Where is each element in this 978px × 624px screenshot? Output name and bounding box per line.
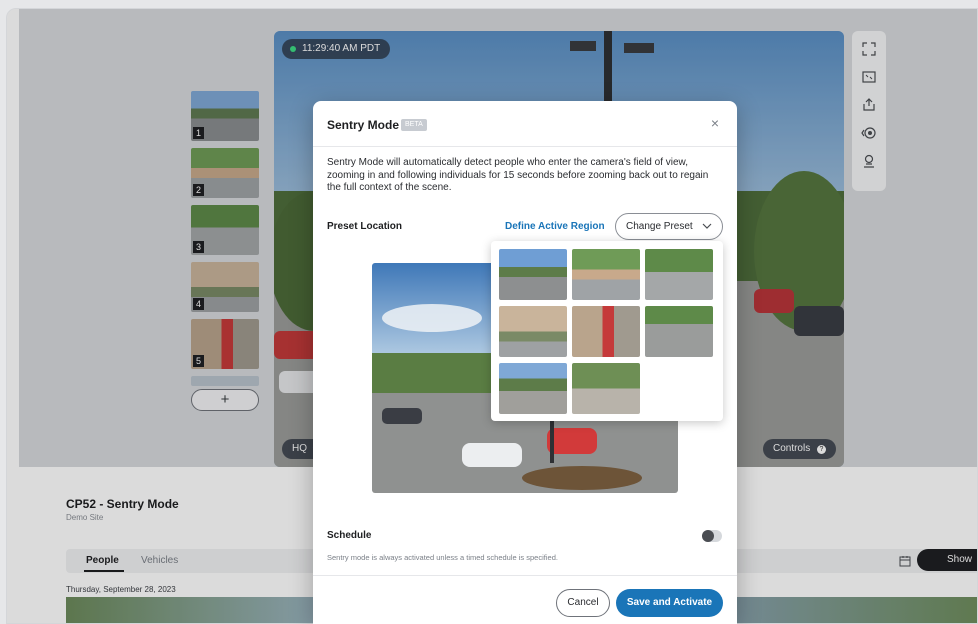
- tab-people[interactable]: People: [86, 555, 119, 566]
- preset-number: 3: [193, 241, 204, 253]
- define-active-region-link[interactable]: Define Active Region: [505, 221, 605, 232]
- add-preset-button[interactable]: +: [191, 389, 259, 411]
- dialog-header: Sentry Mode BETA ×: [313, 101, 737, 147]
- schedule-label: Schedule: [327, 530, 372, 541]
- close-icon[interactable]: ×: [707, 115, 723, 131]
- fit-screen-icon[interactable]: [857, 65, 881, 89]
- dialog-description: Sentry Mode will automatically detect pe…: [327, 157, 709, 193]
- preset-location-label: Preset Location: [327, 221, 403, 232]
- controls-button[interactable]: Controls ?: [762, 439, 836, 459]
- schedule-note: Sentry mode is always activated unless a…: [327, 553, 558, 562]
- preset-number: 5: [193, 355, 204, 367]
- dialog-title: Sentry Mode: [327, 118, 400, 132]
- preset-thumbnail[interactable]: 2: [191, 148, 259, 198]
- preset-thumbnail[interactable]: 3: [191, 205, 259, 255]
- share-icon[interactable]: [857, 93, 881, 117]
- ptz-control-icon[interactable]: [857, 121, 881, 145]
- quality-label: HQ: [292, 443, 307, 454]
- chevron-down-icon: [702, 223, 712, 229]
- preset-number: 4: [193, 298, 204, 310]
- event-date: Thursday, September 28, 2023: [66, 585, 176, 594]
- cancel-button[interactable]: Cancel: [556, 589, 610, 617]
- calendar-icon[interactable]: [899, 554, 911, 567]
- preset-option[interactable]: [499, 363, 567, 414]
- beta-badge: BETA: [401, 119, 427, 131]
- preset-dropdown: [491, 241, 723, 421]
- preset-option[interactable]: [572, 249, 640, 300]
- help-icon: ?: [817, 445, 826, 454]
- preset-thumbnail[interactable]: 4: [191, 262, 259, 312]
- timestamp-pill: 11:29:40 AM PDT: [282, 39, 391, 59]
- preset-option[interactable]: [645, 306, 713, 357]
- toggle-knob: [702, 530, 714, 542]
- preset-option[interactable]: [499, 306, 567, 357]
- preset-option[interactable]: [499, 249, 567, 300]
- change-preset-button[interactable]: Change Preset: [615, 213, 723, 240]
- show-label: Show: [947, 554, 973, 565]
- preset-thumbnail[interactable]: [191, 376, 259, 386]
- camera-toolrail: [852, 31, 886, 191]
- tab-vehicles[interactable]: Vehicles: [141, 555, 178, 566]
- preset-number: 2: [193, 184, 204, 196]
- camera-site: Demo Site: [66, 513, 104, 522]
- preset-thumbnail-list: 1 2 3 4 5: [191, 91, 261, 393]
- schedule-toggle[interactable]: [702, 530, 722, 542]
- preset-option[interactable]: [572, 363, 640, 414]
- expand-icon[interactable]: [857, 37, 881, 61]
- show-button[interactable]: Show: [917, 549, 977, 571]
- preset-option[interactable]: [572, 306, 640, 357]
- camera-title: CP52 - Sentry Mode: [66, 497, 179, 511]
- change-preset-label: Change Preset: [626, 221, 693, 232]
- preset-thumbnail[interactable]: 5: [191, 319, 259, 369]
- live-indicator-icon: [290, 46, 296, 52]
- save-and-activate-button[interactable]: Save and Activate: [616, 589, 723, 617]
- preset-thumbnail[interactable]: 1: [191, 91, 259, 141]
- controls-label: Controls: [772, 443, 811, 454]
- preset-option[interactable]: [645, 249, 713, 300]
- preset-number: 1: [193, 127, 204, 139]
- dialog-footer: Cancel Save and Activate: [313, 575, 737, 624]
- sentry-mode-icon[interactable]: [857, 149, 881, 173]
- timestamp-text: 11:29:40 AM PDT: [302, 43, 381, 54]
- active-tab-indicator: [84, 570, 124, 572]
